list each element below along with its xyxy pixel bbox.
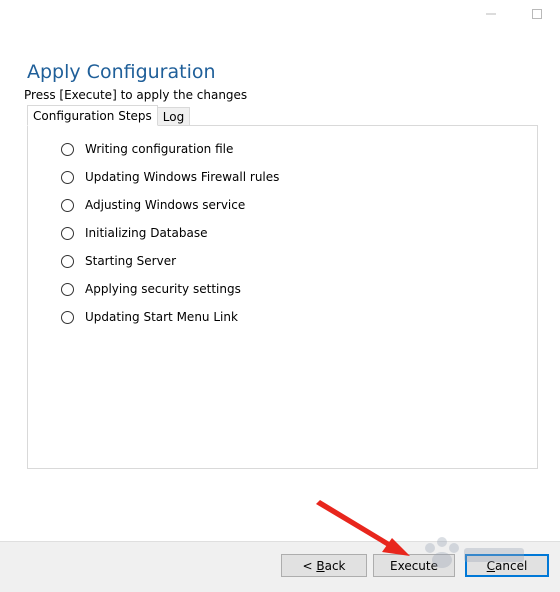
cancel-button[interactable]: Cancel (465, 554, 549, 577)
step-label: Starting Server (85, 254, 177, 268)
step-item: Updating Windows Firewall rules (61, 163, 279, 191)
step-label: Updating Windows Firewall rules (85, 170, 280, 184)
minimize-icon (486, 13, 496, 15)
step-item: Updating Start Menu Link (61, 303, 279, 331)
step-status-radio (61, 226, 74, 240)
tab-log[interactable]: Log (156, 107, 191, 126)
back-prefix: < (302, 558, 317, 573)
maximize-icon (532, 9, 542, 19)
cancel-label-rest: ancel (495, 558, 528, 573)
execute-button[interactable]: Execute (373, 554, 455, 577)
step-label: Adjusting Windows service (85, 198, 246, 212)
configuration-steps-panel: Writing configuration file Updating Wind… (27, 125, 538, 469)
step-item: Starting Server (61, 247, 279, 275)
maximize-button[interactable] (514, 0, 560, 28)
back-mnemonic: B (316, 558, 325, 573)
step-status-radio (61, 254, 74, 268)
page-title: Apply Configuration (27, 61, 216, 83)
tab-configuration-steps[interactable]: Configuration Steps (27, 105, 158, 126)
cancel-mnemonic: C (486, 558, 496, 573)
minimize-button[interactable] (468, 0, 514, 28)
back-label-rest: ack (324, 558, 346, 573)
step-item: Writing configuration file (61, 135, 279, 163)
step-item: Initializing Database (61, 219, 279, 247)
step-status-radio (61, 170, 74, 184)
steps-list: Writing configuration file Updating Wind… (61, 135, 279, 331)
step-item: Applying security settings (61, 275, 279, 303)
page-subtitle: Press [Execute] to apply the changes (24, 88, 248, 102)
step-label: Updating Start Menu Link (85, 310, 238, 324)
step-label: Initializing Database (85, 226, 208, 240)
back-button[interactable]: < Back (281, 554, 367, 577)
step-status-radio (61, 142, 74, 156)
step-status-radio (61, 310, 74, 324)
execute-label: Execute (390, 558, 438, 573)
step-label: Applying security settings (85, 282, 241, 296)
step-status-radio (61, 282, 74, 296)
step-status-radio (61, 198, 74, 212)
tab-strip: Configuration Steps Log (27, 104, 191, 126)
step-label: Writing configuration file (85, 142, 234, 156)
window-controls (468, 0, 560, 28)
step-item: Adjusting Windows service (61, 191, 279, 219)
